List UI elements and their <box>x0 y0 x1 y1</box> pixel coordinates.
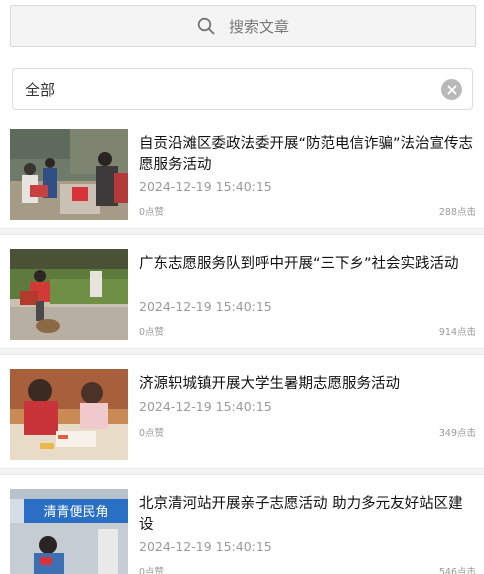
article-item[interactable]: 济源轵城镇开展大学生暑期志愿服务活动 2024-12-19 15:40:15 0… <box>0 355 484 468</box>
article-likes: 0点赞 <box>139 567 165 574</box>
article-title[interactable]: 济源轵城镇开展大学生暑期志愿服务活动 <box>139 374 475 395</box>
article-date: 2024-12-19 15:40:15 <box>139 179 272 194</box>
divider <box>0 348 484 355</box>
article-thumbnail <box>10 369 128 460</box>
article-item[interactable]: 广东志愿服务队到呼中开展“三下乡”社会实践活动 2024-12-19 15:40… <box>0 235 484 348</box>
article-title[interactable]: 广东志愿服务队到呼中开展“三下乡”社会实践活动 <box>139 254 475 275</box>
article-thumbnail <box>10 129 128 220</box>
search-label: 搜索文章 <box>228 17 289 36</box>
article-clicks: 914点击 <box>438 327 476 338</box>
article-clicks: 349点击 <box>438 428 476 439</box>
article-likes: 0点赞 <box>139 327 165 338</box>
article-list: 自贡沿滩区委政法委开展“防范电信诈骗”法治宣传志愿服务活动 2024-12-19… <box>0 115 484 574</box>
article-clicks: 546点击 <box>438 567 476 574</box>
article-date: 2024-12-19 15:40:15 <box>139 399 272 414</box>
article-thumbnail: 清青便民角 <box>10 489 128 574</box>
article-date: 2024-12-19 15:40:15 <box>139 539 272 554</box>
divider <box>0 228 484 235</box>
article-likes: 0点赞 <box>139 207 165 218</box>
divider <box>0 468 484 475</box>
filter-value: 全部 <box>25 80 56 99</box>
article-title[interactable]: 自贡沿滩区委政法委开展“防范电信诈骗”法治宣传志愿服务活动 <box>139 134 475 176</box>
search-icon <box>197 17 215 35</box>
article-date: 2024-12-19 15:40:15 <box>139 299 272 314</box>
article-item[interactable]: 自贡沿滩区委政法委开展“防范电信诈骗”法治宣传志愿服务活动 2024-12-19… <box>0 115 484 228</box>
article-thumbnail <box>10 249 128 340</box>
article-title[interactable]: 北京清河站开展亲子志愿活动 助力多元友好站区建设 <box>139 494 475 536</box>
article-clicks: 288点击 <box>438 207 476 218</box>
article-item[interactable]: 清青便民角 北京清河站开展亲子志愿活动 助力多元友好站区建设 2024-12-1… <box>0 475 484 574</box>
search-bar[interactable]: 搜索文章 <box>10 5 476 47</box>
category-filter-input[interactable]: 全部 <box>12 68 473 110</box>
article-likes: 0点赞 <box>139 428 165 439</box>
signage-text: 清青便民角 <box>43 505 108 520</box>
clear-icon[interactable] <box>441 79 462 100</box>
